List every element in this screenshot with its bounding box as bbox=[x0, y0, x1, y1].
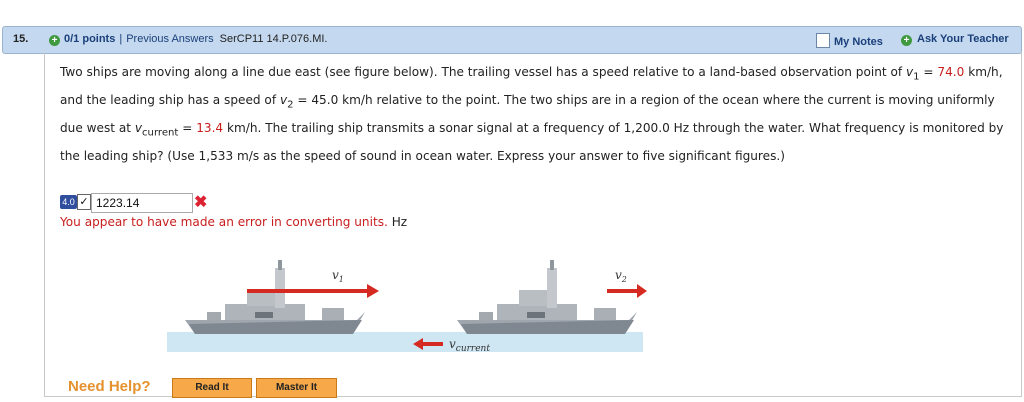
attempt-badge: 4.0 bbox=[60, 195, 77, 209]
equals: = bbox=[919, 65, 938, 79]
need-help-label: Need Help? bbox=[68, 378, 151, 395]
problem-code: SerCP11 14.P.076.MI. bbox=[219, 33, 328, 45]
question-text-part: Two ships are moving along a line due ea… bbox=[60, 65, 906, 79]
v1-value: 74.0 bbox=[937, 65, 965, 79]
question-header: 15. +0/1 points | Previous Answers SerCP11 … bbox=[2, 26, 1022, 54]
read-it-button[interactable]: Read It bbox=[172, 378, 252, 398]
note-icon bbox=[816, 33, 830, 48]
vcurrent-symbol: v bbox=[134, 120, 143, 135]
vcurrent-subscript: current bbox=[142, 127, 179, 139]
plus-icon: + bbox=[901, 35, 912, 46]
v2-arrow bbox=[607, 284, 647, 298]
check-icon: ✓ bbox=[77, 194, 91, 210]
v2-figure-label: v2 bbox=[615, 268, 627, 284]
incorrect-x-icon: ✖ bbox=[194, 194, 208, 211]
points-value[interactable]: 0/1 points bbox=[64, 33, 115, 45]
ships-figure: v1 v2 vcurrent bbox=[167, 260, 647, 354]
question-box: 15. +0/1 points | Previous Answers SerCP11 … bbox=[2, 26, 1022, 398]
vcurrent-value: 13.4 bbox=[196, 120, 224, 135]
my-notes-button[interactable]: My Notes bbox=[816, 33, 883, 48]
previous-answers-link[interactable]: Previous Answers bbox=[126, 33, 213, 45]
ocean-water bbox=[167, 332, 643, 352]
points-area: +0/1 points | Previous Answers SerCP11 14.P… bbox=[49, 33, 327, 46]
feedback-line: You appear to have made an error in conv… bbox=[60, 215, 407, 229]
answer-unit: Hz bbox=[391, 215, 408, 229]
question-number: 15. bbox=[13, 33, 29, 45]
master-it-button[interactable]: Master It bbox=[256, 378, 337, 398]
equals: = bbox=[178, 120, 197, 135]
ask-teacher-label: Ask Your Teacher bbox=[917, 33, 1009, 45]
question-body: Two ships are moving along a line due ea… bbox=[44, 52, 1022, 398]
ask-teacher-button[interactable]: + Ask Your Teacher bbox=[901, 33, 1009, 46]
v1-figure-label: v1 bbox=[332, 268, 344, 284]
my-notes-label: My Notes bbox=[834, 36, 883, 48]
answer-input[interactable]: 1223.14 bbox=[91, 193, 193, 213]
feedback-message: You appear to have made an error in conv… bbox=[60, 215, 388, 229]
leading-ship bbox=[457, 260, 637, 334]
separator: | bbox=[119, 33, 123, 45]
question-text: Two ships are moving along a line due ea… bbox=[60, 61, 1015, 167]
expand-plus-icon[interactable]: + bbox=[49, 35, 60, 46]
